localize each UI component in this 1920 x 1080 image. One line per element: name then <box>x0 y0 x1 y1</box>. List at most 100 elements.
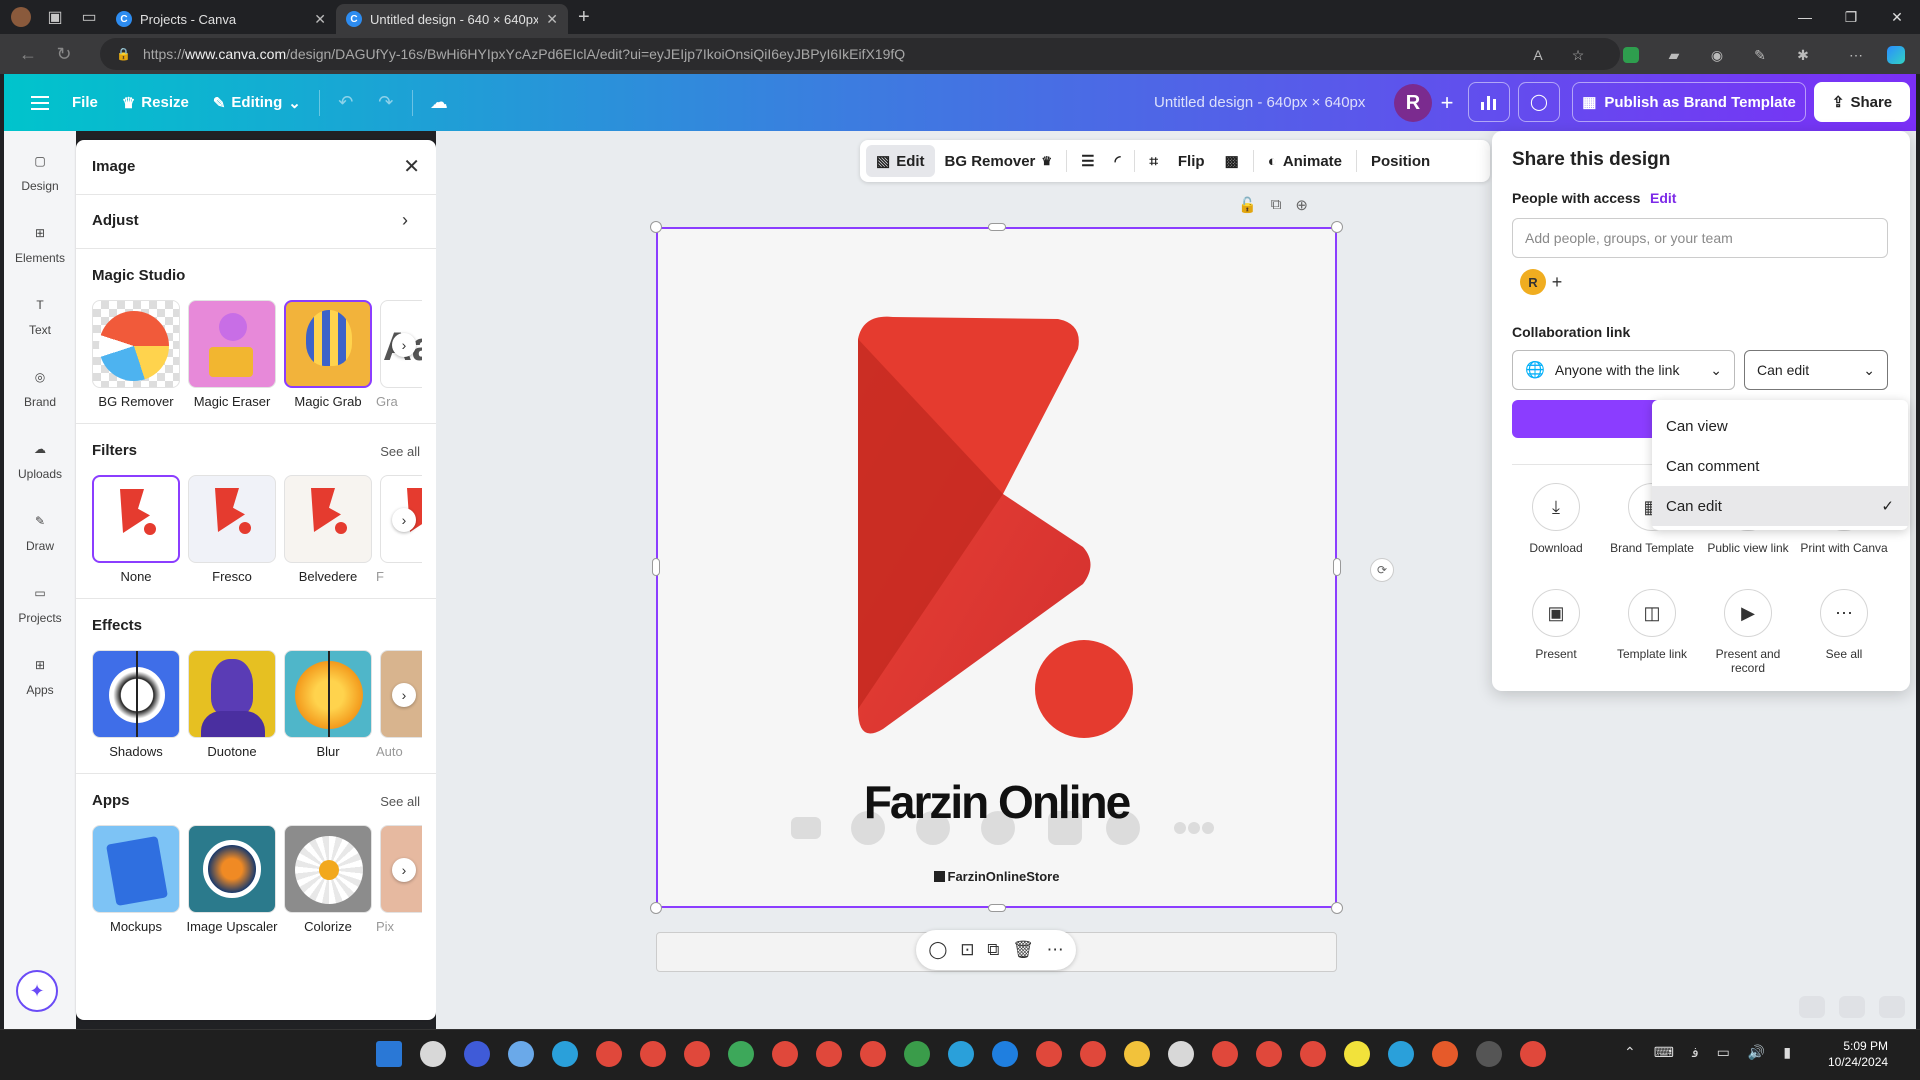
chrome-icon[interactable] <box>1212 1041 1238 1067</box>
add-collaborator-icon[interactable]: + <box>1435 90 1459 115</box>
share-action-template-link[interactable]: ◫ Template link <box>1604 589 1700 661</box>
avatar[interactable]: R <box>1394 84 1432 122</box>
browser-menu-icon[interactable]: ⋯ <box>1845 44 1867 66</box>
tab-actions-icon[interactable]: ▭ <box>72 0 106 34</box>
border-style-icon[interactable]: ☰ <box>1071 145 1104 177</box>
taskbar-clock[interactable]: 5:09 PM 10/24/2024 <box>1828 1038 1888 1070</box>
extension-icon[interactable]: ✎ <box>1749 44 1771 66</box>
chrome-icon[interactable] <box>772 1041 798 1067</box>
resize-handle[interactable] <box>652 558 660 576</box>
bg-remover-button[interactable]: BG Remover ♛ <box>935 145 1063 177</box>
rail-item-design[interactable]: ▢ Design <box>4 149 76 193</box>
add-page-icon[interactable]: ⊕ <box>1295 196 1308 214</box>
page-view-icon[interactable] <box>1799 996 1825 1018</box>
url-field[interactable]: 🔒 https://www.canva.com/design/DAGUfYy-1… <box>100 38 1620 70</box>
chrome-icon[interactable] <box>1036 1041 1062 1067</box>
permission-option-comment[interactable]: Can comment <box>1652 446 1908 486</box>
apps-see-all-link[interactable]: See all <box>380 794 420 809</box>
chrome-icon[interactable] <box>640 1041 666 1067</box>
extension-icon[interactable]: ▰ <box>1663 44 1685 66</box>
resize-handle[interactable] <box>1331 902 1343 914</box>
extension-shield-icon[interactable] <box>1620 44 1642 66</box>
chevron-right-icon[interactable]: › <box>392 333 416 357</box>
corner-rounding-icon[interactable]: ◜ <box>1105 145 1131 177</box>
brand-name-text[interactable]: Farzin Online <box>658 775 1335 829</box>
delete-icon[interactable]: 🗑 <box>1012 940 1034 960</box>
rotate-icon[interactable]: ⟳ <box>1370 558 1394 582</box>
avatar[interactable]: R <box>1520 269 1546 295</box>
resize-button[interactable]: ♛ Resize <box>110 83 201 123</box>
shadows-thumb[interactable] <box>92 650 180 738</box>
close-tab-icon[interactable]: ✕ <box>546 11 558 28</box>
resize-handle[interactable] <box>988 904 1006 912</box>
edit-access-link[interactable]: Edit <box>1650 190 1676 206</box>
keyboard-icon[interactable]: ⌨ <box>1654 1044 1674 1061</box>
image-upscaler-thumb[interactable] <box>188 825 276 913</box>
chrome-icon[interactable] <box>684 1041 710 1067</box>
comment-add-icon[interactable]: ◯ <box>928 940 947 960</box>
chrome-icon[interactable] <box>596 1041 622 1067</box>
language-icon[interactable]: ﻓ <box>1692 1044 1699 1061</box>
magic-sparkle-icon[interactable]: ✦ <box>16 970 58 1012</box>
publish-brand-template-button[interactable]: ▦ Publish as Brand Template <box>1572 82 1806 122</box>
new-tab-icon[interactable]: + <box>578 6 590 29</box>
chrome-icon[interactable] <box>816 1041 842 1067</box>
calculator-icon[interactable] <box>1168 1041 1194 1067</box>
favorite-star-icon[interactable]: ☆ <box>1567 44 1589 66</box>
magic-grab-thumb[interactable] <box>284 300 372 388</box>
chrome-icon[interactable] <box>1080 1041 1106 1067</box>
app-icon[interactable] <box>904 1041 930 1067</box>
restore-icon[interactable]: ❐ <box>1828 0 1874 34</box>
file-menu-button[interactable]: File <box>60 83 110 123</box>
crop-icon[interactable]: ⌗ <box>1139 145 1167 177</box>
battery-icon[interactable]: ▮ <box>1783 1044 1791 1061</box>
network-icon[interactable]: ▭ <box>1717 1044 1730 1061</box>
reload-icon[interactable]: ↻ <box>46 36 82 72</box>
rail-item-draw[interactable]: ✎ Draw <box>4 509 76 553</box>
duplicate-icon[interactable]: ⧉ <box>987 940 999 960</box>
chrome-icon[interactable] <box>1300 1041 1326 1067</box>
extension-icon[interactable]: ◉ <box>1706 44 1728 66</box>
filter-thumb[interactable] <box>284 475 372 563</box>
resize-handle[interactable] <box>1333 558 1341 576</box>
design-page[interactable]: Farzin Online FarzinOnlineStore <box>656 227 1337 908</box>
back-icon[interactable]: ← <box>10 36 46 72</box>
hamburger-icon[interactable] <box>20 83 60 123</box>
task-view-icon[interactable] <box>420 1041 446 1067</box>
colorize-thumb[interactable] <box>284 825 372 913</box>
windows-start-icon[interactable] <box>376 1041 402 1067</box>
rail-item-brand[interactable]: ◎ Brand <box>4 365 76 409</box>
animate-button[interactable]: ◐ Animate <box>1258 145 1352 177</box>
chrome-icon[interactable] <box>728 1041 754 1067</box>
chevron-right-icon[interactable]: › <box>392 683 416 707</box>
app-icon[interactable] <box>1432 1041 1458 1067</box>
copilot-icon[interactable] <box>1885 44 1907 66</box>
rail-item-projects[interactable]: ▭ Projects <box>4 581 76 625</box>
filter-thumb[interactable] <box>92 475 180 563</box>
app-icon[interactable] <box>1476 1041 1502 1067</box>
more-options-icon[interactable]: ⋯ <box>1047 940 1064 960</box>
add-person-icon[interactable]: + <box>1546 271 1568 293</box>
file-explorer-icon[interactable] <box>1124 1041 1150 1067</box>
cloud-saved-icon[interactable]: ☁ <box>419 83 459 123</box>
mockups-thumb[interactable] <box>92 825 180 913</box>
share-action-present[interactable]: ▣ Present <box>1508 589 1604 661</box>
read-aloud-icon[interactable]: A <box>1527 44 1549 66</box>
close-window-icon[interactable]: ✕ <box>1874 0 1920 34</box>
profile-avatar-icon[interactable] <box>4 0 38 34</box>
link-scope-select[interactable]: 🌐 Anyone with the link ⌄ <box>1512 350 1735 390</box>
volume-icon[interactable]: 🔊 <box>1748 1044 1765 1061</box>
edge-icon[interactable] <box>992 1041 1018 1067</box>
chevron-right-icon[interactable]: › <box>392 858 416 882</box>
tab-untitled-design[interactable]: C Untitled design - 640 × 640px ✕ <box>336 4 568 34</box>
resize-handle[interactable] <box>1331 221 1343 233</box>
close-tab-icon[interactable]: ✕ <box>314 11 326 28</box>
blur-thumb[interactable] <box>284 650 372 738</box>
flip-button[interactable]: Flip <box>1168 145 1215 177</box>
telegram-icon[interactable] <box>948 1041 974 1067</box>
edit-image-button[interactable]: ▧ Edit <box>866 145 935 177</box>
app-icon[interactable] <box>1256 1041 1282 1067</box>
insights-chart-icon[interactable] <box>1468 82 1510 122</box>
adjust-row[interactable]: Adjust › <box>76 196 436 248</box>
resize-handle[interactable] <box>650 221 662 233</box>
